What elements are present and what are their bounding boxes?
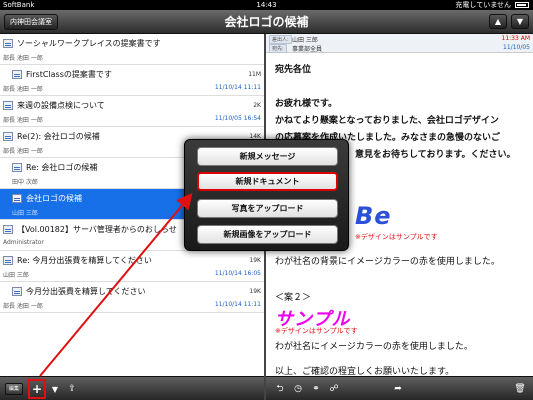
list-item[interactable]: ソーシャルワークプレイスの提案書です 部長 池田 一郎: [0, 34, 264, 65]
to-label: 宛先:: [269, 44, 287, 53]
message-sender: 田中 次郎: [12, 179, 38, 186]
message-date: 11/10/14 11:11: [214, 301, 261, 308]
body-line: ＜案２＞: [275, 293, 312, 303]
clock-icon[interactable]: ◷: [292, 383, 304, 396]
message-subject: FirstClassの提案書です: [26, 70, 112, 79]
message-sender: 部長 池田 一郎: [3, 117, 43, 124]
attachment-icon[interactable]: ⚭: [310, 383, 322, 396]
message-size: 11M: [248, 71, 261, 78]
filter-icon[interactable]: ▼: [50, 383, 60, 396]
down-arrow-icon: ▼: [516, 17, 524, 26]
status-time: 14:43: [256, 1, 277, 9]
battery-icon: [515, 2, 529, 8]
sample-note: ※デザインはサンプルです: [275, 327, 358, 335]
logo-sample-1: Be: [355, 202, 392, 230]
from-value: 山田 三郎: [292, 37, 318, 44]
next-item-button[interactable]: ▼: [511, 14, 529, 29]
message-sender: 部長 池田 一郎: [3, 303, 43, 310]
message-date: 11/10/14 11:11: [214, 84, 261, 91]
document-icon: [12, 194, 22, 203]
document-icon: [3, 101, 13, 110]
message-subject: 来週の設備点検について: [17, 101, 105, 110]
body-line: 宛先各位: [275, 65, 312, 75]
message-header: 差出人: 山田 三郎 宛先: 事業部全員 11/10/05 11:33 AM: [266, 34, 533, 53]
list-toolbar: 編集 + ▼ ⇪: [0, 376, 264, 400]
document-icon: [3, 132, 13, 141]
upload-photo-menu-item[interactable]: 写真をアップロード: [197, 199, 338, 218]
page-title: 会社ロゴの候補: [224, 15, 309, 29]
document-icon: [3, 225, 13, 234]
message-sender: 部長 池田 一郎: [3, 148, 43, 155]
charging-status: 充電していません: [455, 1, 511, 9]
upload-new-image-menu-item[interactable]: 新規画像をアップロード: [197, 225, 338, 244]
status-bar: SoftBank 14:43 充電していません: [0, 0, 533, 10]
message-size: 19K: [249, 288, 261, 295]
list-item[interactable]: 今月分出張費を精算してください 部長 池田 一郎 19K 11/10/14 11…: [0, 282, 264, 313]
document-icon: [12, 287, 22, 296]
document-icon: [12, 70, 22, 79]
edit-button[interactable]: 編集: [5, 383, 24, 395]
folder-upload-icon[interactable]: ⇪: [66, 383, 78, 396]
forward-icon[interactable]: ➦: [392, 383, 404, 396]
body-line: 意見をお待ちしております。ください。: [355, 150, 516, 160]
list-item[interactable]: Re: 今月分出張費を精算してください 山田 三郎 19K 11/10/14 1…: [0, 251, 264, 282]
message-subject: 会社ロゴの候補: [26, 194, 82, 203]
new-message-menu-item[interactable]: 新規メッセージ: [197, 147, 338, 166]
body-line: 以上、ご確認の程宜しくお願いいたします。: [275, 367, 455, 376]
sample-note: ※デザインはサンプルです: [355, 233, 438, 241]
trash-icon[interactable]: 🗑: [514, 383, 526, 396]
reply-icon[interactable]: ⮌: [274, 383, 286, 396]
new-document-menu-item[interactable]: 新規ドキュメント: [197, 172, 338, 191]
add-button-highlight: [28, 379, 46, 399]
message-size: 2K: [253, 102, 261, 109]
document-icon: [12, 163, 22, 172]
message-time: 11:33 AM: [501, 35, 530, 42]
message-date: 11/10/05: [503, 44, 530, 51]
message-size: 19K: [249, 257, 261, 264]
message-subject: Re: 今月分出張費を精算してください: [17, 256, 152, 265]
message-sender: 部長 池田 一郎: [3, 86, 43, 93]
to-value: 事業部全員: [292, 46, 323, 53]
message-sender: 部長 池田 一郎: [3, 55, 43, 62]
message-subject: 今月分出張費を精算してください: [26, 287, 146, 296]
message-date: 11/10/14 16:05: [214, 270, 261, 277]
message-date: 11/10/05 16:54: [214, 115, 261, 122]
message-subject: 【Vol.00182】サーバ管理者からのおしらせ: [17, 225, 177, 234]
message-sender: 山田 三郎: [12, 210, 38, 217]
body-line: かねてより懸案となっておりました、会社ロゴデザイン: [275, 116, 499, 126]
message-sender: 山田 三郎: [3, 272, 29, 279]
navigation-bar: 内神田会議室 会社ロゴの候補 ▲ ▼: [0, 10, 533, 34]
list-item[interactable]: FirstClassの提案書です 部長 池田 一郎 11M 11/10/14 1…: [0, 65, 264, 96]
message-subject: Re(2): 会社ロゴの候補: [17, 132, 100, 141]
previous-item-button[interactable]: ▲: [489, 14, 507, 29]
message-subject: ソーシャルワークプレイスの提案書です: [17, 39, 161, 48]
message-sender: Administrator: [3, 239, 44, 246]
new-item-popup: 新規メッセージ 新規ドキュメント 写真をアップロード 新規画像をアップロード: [184, 139, 349, 251]
from-label: 差出人:: [269, 35, 292, 44]
document-icon: [3, 256, 13, 265]
up-arrow-icon: ▲: [494, 17, 502, 26]
body-line: お疲れ様です。: [275, 99, 338, 109]
link-icon[interactable]: ☍: [328, 383, 340, 396]
body-line: わが社名の背景にイメージカラーの赤を使用しました。: [275, 257, 500, 267]
detail-toolbar: ⮌ ◷ ⚭ ☍ ➦ 🗑: [266, 376, 533, 400]
document-icon: [3, 39, 13, 48]
list-item[interactable]: 来週の設備点検について 部長 池田 一郎 2K 11/10/05 16:54: [0, 96, 264, 127]
body-line: わが社名にイメージカラーの赤を使用しました。: [275, 342, 473, 352]
message-subject: Re: 会社ロゴの候補: [26, 163, 98, 172]
